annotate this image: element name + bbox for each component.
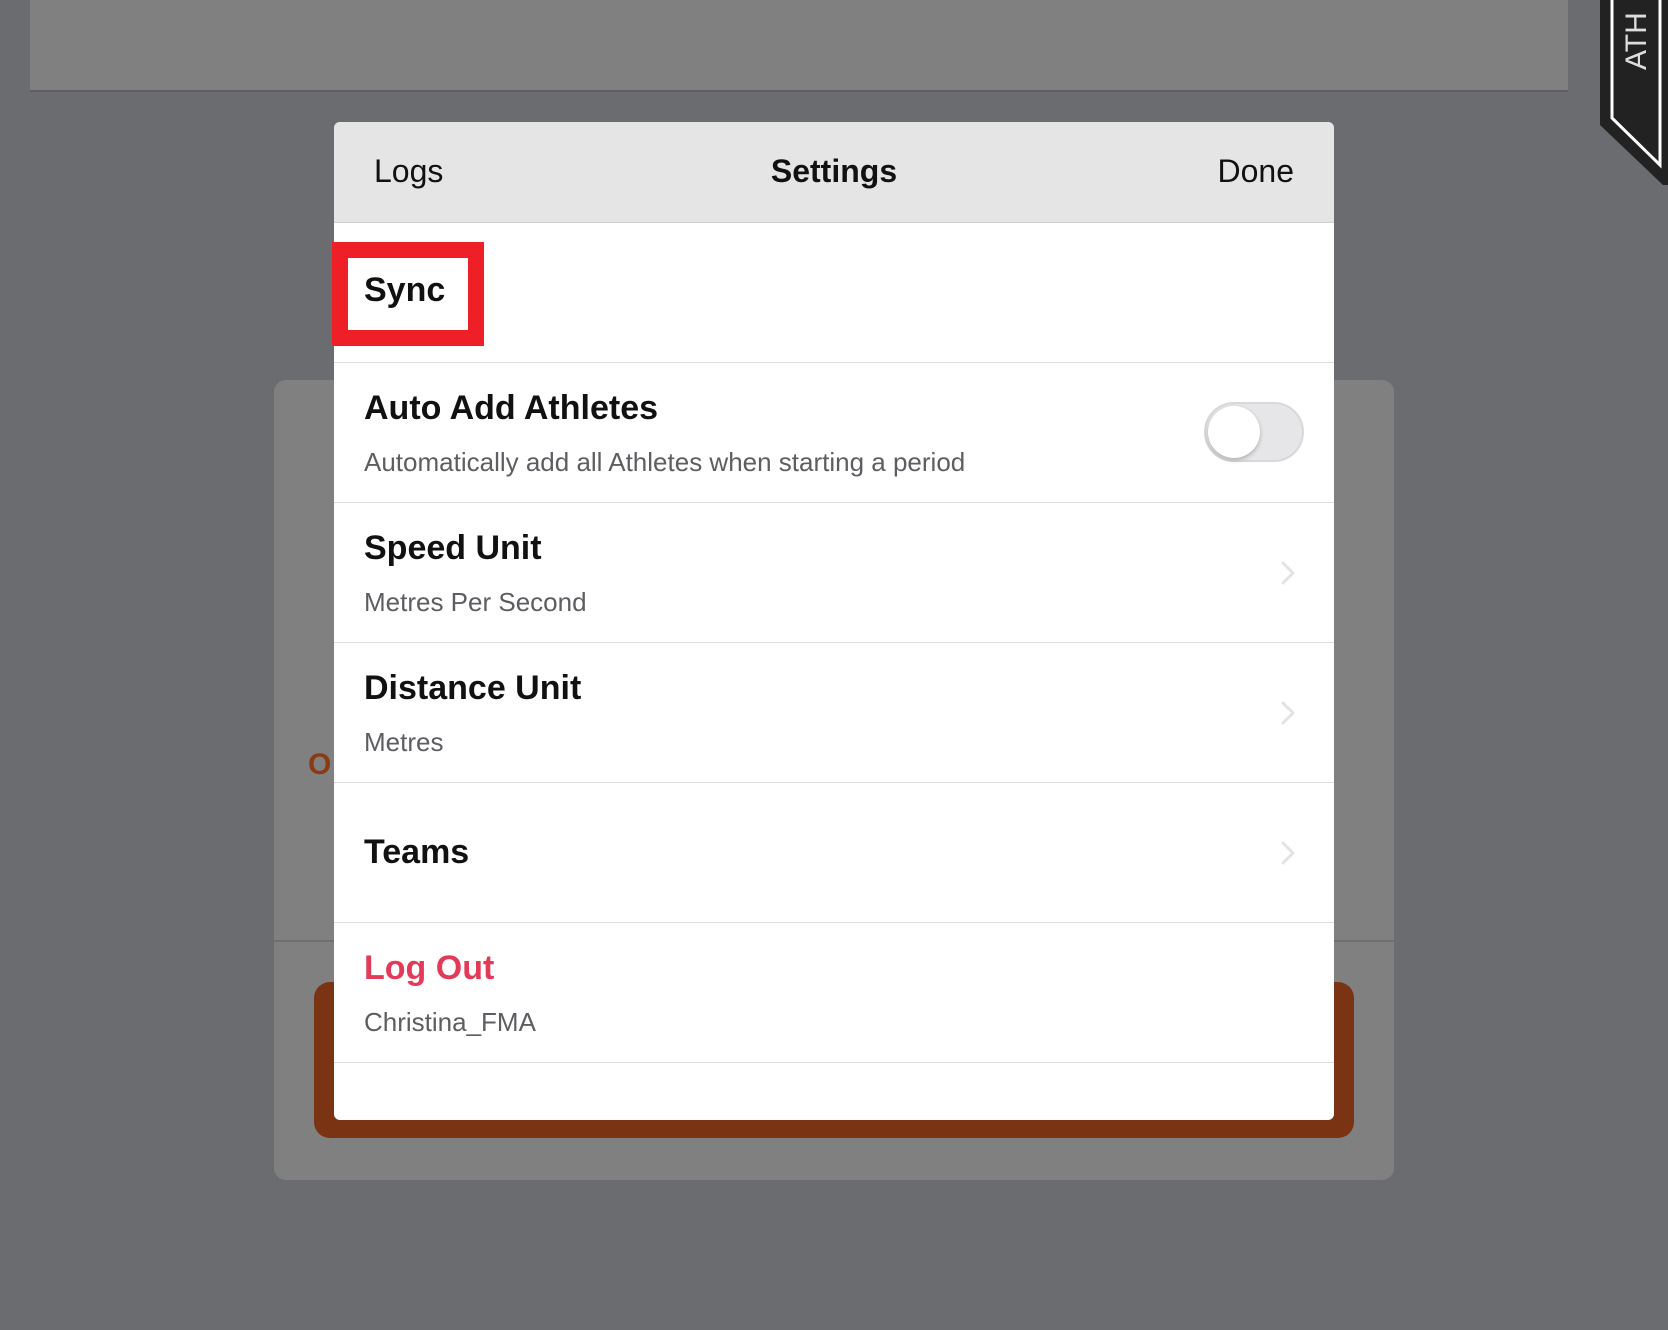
banner-ribbon-icon: ATH [1600,0,1668,185]
auto-add-athletes-toggle[interactable] [1204,402,1304,462]
log-out-row[interactable]: Log Out Christina_FMA [334,923,1334,1063]
chevron-right-icon [1281,841,1295,865]
auto-add-athletes-row: Auto Add Athletes Automatically add all … [334,363,1334,503]
done-button[interactable]: Done [1218,153,1295,190]
distance-unit-row[interactable]: Distance Unit Metres [334,643,1334,783]
sync-row[interactable]: Sync [334,223,1334,363]
speed-unit-row[interactable]: Speed Unit Metres Per Second [334,503,1334,643]
sync-label: Sync [364,271,446,309]
banner-text: ATH [1620,12,1653,70]
distance-unit-value: Metres [364,727,444,757]
background-top-bar [30,0,1568,92]
logged-in-username: Christina_FMA [364,1007,536,1037]
modal-title: Settings [770,153,898,189]
modal-header: Logs Settings Done [334,122,1334,223]
auto-add-athletes-label: Auto Add Athletes [364,389,659,427]
toggle-knob [1208,406,1260,458]
settings-modal: Logs Settings Done Sync Auto Add Athlete… [334,122,1334,1120]
auto-add-athletes-description: Automatically add all Athletes when star… [364,447,966,477]
teams-row[interactable]: Teams [334,783,1334,923]
speed-unit-label: Speed Unit [364,529,542,567]
background-text: O [308,748,332,781]
chevron-right-icon [1281,561,1295,585]
speed-unit-value: Metres Per Second [364,587,587,617]
chevron-right-icon [1281,701,1295,725]
log-out-label: Log Out [364,949,495,987]
teams-label: Teams [364,833,470,871]
distance-unit-label: Distance Unit [364,669,582,707]
